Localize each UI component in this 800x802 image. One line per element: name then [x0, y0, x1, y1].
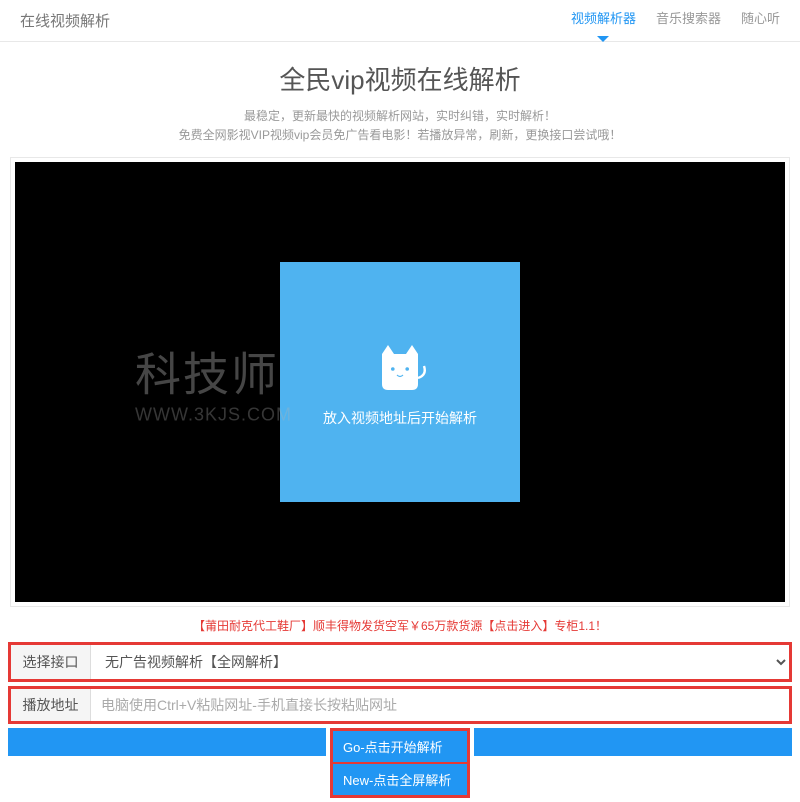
- go-button[interactable]: Go-点击开始解析: [333, 731, 467, 764]
- header: 在线视频解析 视频解析器 音乐搜索器 随心听: [0, 0, 800, 42]
- promo-link[interactable]: 【莆田耐克代工鞋厂】顺丰得物发货空军￥65万款货源【点击进入】专柜1.1！: [0, 617, 800, 634]
- watermark: 科技师 WWW.3KJS.COM: [135, 339, 292, 426]
- interface-label: 选择接口: [11, 645, 91, 679]
- nav-music-search[interactable]: 音乐搜索器: [656, 8, 721, 33]
- nav-menu: 视频解析器 音乐搜索器 随心听: [571, 8, 780, 33]
- subtitle-line2: 免费全网影视VIP视频vip会员免广告看电影！若播放异常，刷新，更换接口尝试哦！: [0, 126, 800, 145]
- player-container: 科技师 WWW.3KJS.COM 放入视频地址后开始解析: [10, 157, 790, 607]
- subtitle: 最稳定，更新最快的视频解析网站，实时纠错，实时解析！ 免费全网影视VIP视频vi…: [0, 107, 800, 145]
- url-input[interactable]: [91, 689, 789, 721]
- nav-listen[interactable]: 随心听: [741, 8, 780, 33]
- watermark-sub: WWW.3KJS.COM: [135, 405, 292, 426]
- nav-video-parser[interactable]: 视频解析器: [571, 8, 636, 33]
- button-bar-left[interactable]: [8, 728, 326, 756]
- video-player[interactable]: 科技师 WWW.3KJS.COM 放入视频地址后开始解析: [15, 162, 785, 602]
- player-placeholder: 放入视频地址后开始解析: [280, 262, 520, 502]
- button-center-group: Go-点击开始解析 New-点击全屏解析: [330, 728, 470, 798]
- url-label: 播放地址: [11, 689, 91, 721]
- watermark-main: 科技师: [135, 339, 292, 405]
- interface-row: 选择接口 无广告视频解析【全网解析】: [8, 642, 792, 682]
- page-title: 全民vip视频在线解析: [0, 60, 800, 97]
- player-placeholder-text: 放入视频地址后开始解析: [323, 408, 477, 428]
- cat-icon: [370, 336, 430, 396]
- button-bar-right[interactable]: [474, 728, 792, 756]
- interface-select[interactable]: 无广告视频解析【全网解析】: [91, 645, 789, 679]
- brand-title: 在线视频解析: [20, 10, 110, 31]
- subtitle-line1: 最稳定，更新最快的视频解析网站，实时纠错，实时解析！: [0, 107, 800, 126]
- new-button[interactable]: New-点击全屏解析: [333, 764, 467, 795]
- button-row: Go-点击开始解析 New-点击全屏解析: [8, 728, 792, 798]
- url-row: 播放地址: [8, 686, 792, 724]
